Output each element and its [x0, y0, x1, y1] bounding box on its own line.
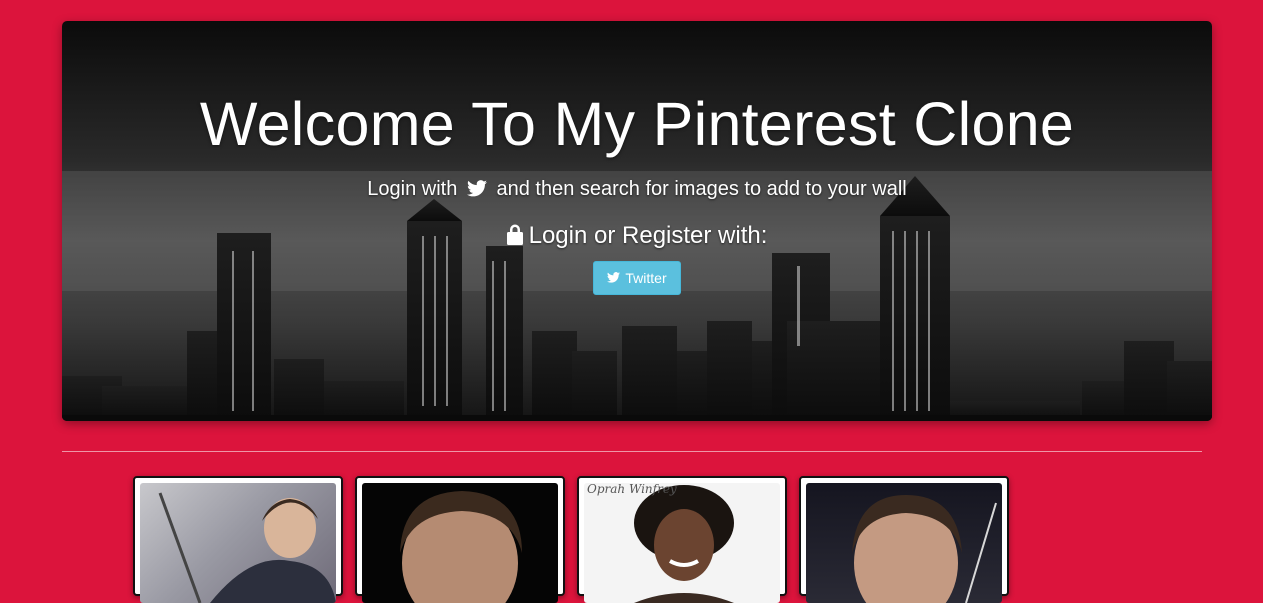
subtitle-prefix: Login with	[367, 178, 458, 200]
card-image	[584, 483, 780, 603]
subtitle-suffix: and then search for images to add to you…	[496, 178, 907, 200]
hero-subtitle: Login with and then search for images to…	[62, 177, 1212, 203]
page-title: Welcome To My Pinterest Clone	[199, 90, 1075, 158]
lock-icon	[506, 224, 523, 252]
image-card[interactable]	[799, 476, 1009, 603]
section-divider	[62, 451, 1202, 452]
twitter-login-button[interactable]: Twitter	[593, 261, 681, 295]
login-prompt-text: Login or Register with:	[528, 222, 768, 249]
image-card[interactable]	[133, 476, 343, 603]
hero-content: Welcome To My Pinterest Clone Login with…	[62, 21, 1212, 295]
hero-banner: Welcome To My Pinterest Clone Login with…	[62, 21, 1212, 421]
twitter-bird-icon	[466, 179, 487, 203]
login-prompt: Login or Register with:	[62, 222, 1212, 252]
card-caption: Oprah Winfrey	[587, 482, 677, 496]
card-image	[806, 483, 1002, 603]
twitter-button-label: Twitter	[625, 270, 667, 286]
image-card[interactable]: Oprah Winfrey	[577, 476, 787, 603]
twitter-bird-icon	[607, 270, 621, 286]
card-image	[140, 483, 336, 603]
image-card[interactable]	[355, 476, 565, 603]
card-image	[362, 483, 558, 603]
